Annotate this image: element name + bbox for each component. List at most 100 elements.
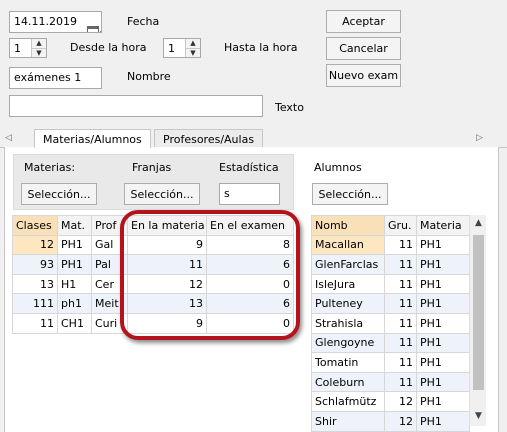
table-cell[interactable]: PH1 <box>57 234 92 256</box>
table-cell[interactable]: PH1 <box>57 254 92 275</box>
table-cell[interactable]: 12 <box>384 391 417 412</box>
table-cell[interactable]: 11 <box>384 371 417 393</box>
estadistica-label: Estadística <box>219 161 279 174</box>
hasta-hora-stepper[interactable]: 1 ▲ ▼ <box>163 38 201 58</box>
table-row[interactable]: Strahisla 11 PH1 <box>311 312 470 334</box>
table-cell[interactable]: 12 <box>384 410 417 432</box>
tab-materias-alumnos[interactable]: Materias/Alumnos <box>34 129 151 148</box>
table-cell[interactable]: GlenFarclas <box>311 254 385 275</box>
nombre-value: exámenes 1 <box>14 71 82 84</box>
scroll-up-icon[interactable]: ▲ <box>470 218 487 228</box>
tab-scroll-right-icon[interactable]: ▷ <box>476 133 483 143</box>
column-header[interactable]: Mat. <box>57 215 92 236</box>
column-header[interactable]: Gru. <box>384 215 417 236</box>
spin-down-icon[interactable]: ▼ <box>32 48 46 57</box>
column-header[interactable]: Materia <box>416 215 470 236</box>
chevron-down-icon[interactable]: ▼ <box>100 27 101 32</box>
table-cell[interactable]: Glengoyne <box>311 332 385 354</box>
aceptar-button[interactable]: Aceptar <box>326 10 401 33</box>
column-header[interactable]: Nomb <box>311 215 385 236</box>
highlight-callout <box>120 210 300 340</box>
nombre-label: Nombre <box>127 70 171 83</box>
table-row[interactable]: Macallan 11 PH1 <box>311 234 470 256</box>
spin-arrows[interactable]: ▲ ▼ <box>185 39 200 57</box>
table-cell[interactable]: Pulteney <box>311 293 385 314</box>
table-cell[interactable]: 11 <box>384 254 417 275</box>
table-cell[interactable]: 12 <box>12 234 58 256</box>
table-cell[interactable]: PH1 <box>416 293 470 314</box>
materias-seleccion-button[interactable]: Selección... <box>21 183 97 205</box>
table-cell[interactable]: CH1 <box>57 312 92 334</box>
table-cell[interactable]: 93 <box>12 254 58 275</box>
table-cell[interactable]: IsleJura <box>311 273 385 295</box>
alumnos-grid[interactable]: Nomb Gru. Materia Macallan 11 PH1 GlenFa… <box>311 215 470 432</box>
table-cell[interactable]: Schlafmütz <box>311 391 385 412</box>
desde-hora-label: Desde la hora <box>70 41 147 54</box>
grid-header-row: Nomb Gru. Materia <box>311 215 470 236</box>
spin-arrows[interactable]: ▲ ▼ <box>31 39 46 57</box>
estadistica-field[interactable]: s <box>219 183 280 205</box>
table-cell[interactable]: PH1 <box>416 352 470 373</box>
calendar-icon[interactable] <box>87 26 99 32</box>
desde-hora-value: 1 <box>14 42 21 55</box>
alumnos-seleccion-button[interactable]: Selección... <box>312 183 388 205</box>
tab-scroll-left-icon[interactable]: ◁ <box>5 133 12 143</box>
table-cell[interactable]: Strahisla <box>311 312 385 334</box>
table-cell[interactable]: PH1 <box>416 234 470 256</box>
table-cell[interactable]: PH1 <box>416 312 470 334</box>
alumnos-label: Alumnos <box>314 161 362 174</box>
table-cell[interactable]: 11 <box>384 234 417 256</box>
table-cell[interactable]: PH1 <box>416 391 470 412</box>
table-row[interactable]: Coleburn 11 PH1 <box>311 371 470 393</box>
table-row[interactable]: Pulteney 11 PH1 <box>311 293 470 314</box>
alumnos-scrollbar[interactable]: ▲ ▼ <box>469 215 486 426</box>
franjas-label: Franjas <box>132 161 172 174</box>
table-row[interactable]: Shir 12 PH1 <box>311 410 470 432</box>
nombre-field[interactable]: exámenes 1 <box>9 67 102 89</box>
hasta-hora-label: Hasta la hora <box>224 41 298 54</box>
scrollbar-thumb[interactable] <box>473 235 484 390</box>
cancelar-button[interactable]: Cancelar <box>326 37 401 60</box>
spin-up-icon[interactable]: ▲ <box>186 39 200 48</box>
estadistica-value: s <box>224 187 230 200</box>
table-row[interactable]: Glengoyne 11 PH1 <box>311 332 470 354</box>
date-field[interactable]: 14.11.2019 ▼ <box>9 11 102 33</box>
table-cell[interactable]: 111 <box>12 293 58 314</box>
hasta-hora-value: 1 <box>168 42 175 55</box>
table-cell[interactable]: Macallan <box>311 234 385 256</box>
tab-profesores-aulas[interactable]: Profesores/Aulas <box>154 129 264 149</box>
spin-down-icon[interactable]: ▼ <box>186 48 200 57</box>
table-row[interactable]: Tomatin 11 PH1 <box>311 352 470 373</box>
table-cell[interactable]: PH1 <box>416 371 470 393</box>
table-cell[interactable]: PH1 <box>416 332 470 354</box>
column-header[interactable]: Clases <box>12 215 58 236</box>
table-cell[interactable]: 13 <box>12 273 58 295</box>
table-cell[interactable]: Coleburn <box>311 371 385 393</box>
table-cell[interactable]: Shir <box>311 410 385 432</box>
table-cell[interactable]: Tomatin <box>311 352 385 373</box>
table-cell[interactable]: 11 <box>384 293 417 314</box>
nuevo-exam-button[interactable]: Nuevo exam <box>326 64 401 87</box>
table-cell[interactable]: 11 <box>384 273 417 295</box>
franjas-seleccion-button[interactable]: Selección... <box>124 183 200 205</box>
fecha-label: Fecha <box>127 15 160 28</box>
table-cell[interactable]: H1 <box>57 273 92 295</box>
table-cell[interactable]: PH1 <box>416 273 470 295</box>
materias-label: Materias: <box>24 161 76 174</box>
table-cell[interactable]: 11 <box>384 352 417 373</box>
table-row[interactable]: Schlafmütz 12 PH1 <box>311 391 470 412</box>
texto-field[interactable] <box>9 95 263 117</box>
desde-hora-stepper[interactable]: 1 ▲ ▼ <box>9 38 47 58</box>
texto-label: Texto <box>275 101 304 114</box>
table-cell[interactable]: 11 <box>384 312 417 334</box>
table-row[interactable]: GlenFarclas 11 PH1 <box>311 254 470 275</box>
table-cell[interactable]: PH1 <box>416 254 470 275</box>
spin-up-icon[interactable]: ▲ <box>32 39 46 48</box>
scroll-down-icon[interactable]: ▼ <box>470 411 487 421</box>
table-cell[interactable]: ph1 <box>57 293 92 314</box>
table-cell[interactable]: 11 <box>12 312 58 334</box>
date-value: 14.11.2019 <box>14 15 77 28</box>
table-cell[interactable]: PH1 <box>416 410 470 432</box>
table-cell[interactable]: 11 <box>384 332 417 354</box>
table-row[interactable]: IsleJura 11 PH1 <box>311 273 470 295</box>
